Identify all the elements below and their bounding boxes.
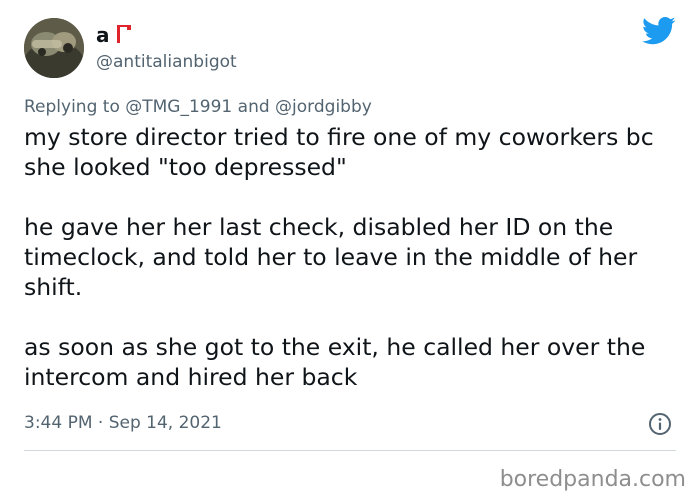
reply-conjunction: and [237,97,270,117]
mention-link-2[interactable]: @jordgibby [275,97,372,117]
mention-link-1[interactable]: @TMG_1991 [125,97,232,117]
divider [24,450,676,451]
timestamp-separator: · [97,413,104,433]
red-flag-icon [117,25,131,43]
reply-prefix: Replying to [24,97,120,117]
display-name[interactable]: a [96,22,110,48]
watermark: boredpanda.com [499,467,686,492]
twitter-bird-icon[interactable] [642,16,676,46]
tweet-card: a @antitalianbigot Replying to @TMG_1991… [0,0,700,502]
reply-context: Replying to @TMG_1991 and @jordgibby [24,95,372,119]
tweet-date[interactable]: Sep 14, 2021 [109,413,222,433]
avatar[interactable] [24,18,84,78]
user-handle[interactable]: @antitalianbigot [96,51,237,73]
tweet-time[interactable]: 3:44 PM [24,413,93,433]
tweet-timestamp[interactable]: 3:44 PM · Sep 14, 2021 [24,411,222,435]
tweet-text: my store director tried to fire one of m… [24,123,654,391]
info-icon[interactable] [648,412,672,436]
